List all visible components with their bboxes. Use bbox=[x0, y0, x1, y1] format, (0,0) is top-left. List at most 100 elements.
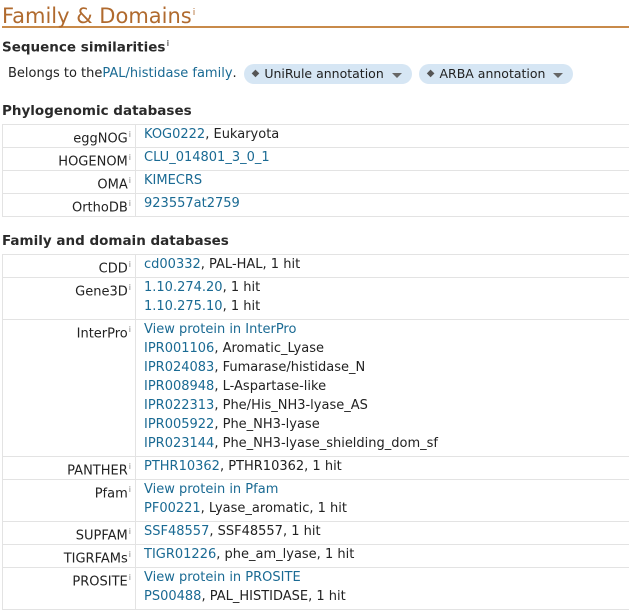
db-values-cell: KIMECRS bbox=[135, 170, 629, 194]
db-name-cell: PANTHERi bbox=[2, 456, 136, 480]
db-entry-link[interactable]: TIGR01226 bbox=[144, 547, 216, 562]
db-entry-link[interactable]: 1.10.275.10 bbox=[144, 299, 223, 314]
unirule-annotation-label: UniRule annotation bbox=[264, 66, 384, 81]
db-entry: 923557at2759 bbox=[144, 194, 629, 213]
db-entry: IPR022313, Phe/His_NH3-lyase_AS bbox=[144, 396, 629, 415]
info-icon[interactable]: i bbox=[129, 550, 131, 559]
db-name: HOGENOM bbox=[58, 154, 128, 170]
db-entry-link[interactable]: View protein in InterPro bbox=[144, 322, 296, 337]
db-entry-link[interactable]: 923557at2759 bbox=[144, 196, 240, 211]
table-row: TIGRFAMsi TIGR01226, phe_am_lyase, 1 hit bbox=[2, 544, 629, 568]
db-entry-link[interactable]: PTHR10362 bbox=[144, 459, 220, 474]
db-name: eggNOG bbox=[73, 131, 128, 147]
db-name-cell: SUPFAMi bbox=[2, 521, 136, 545]
table-row: InterProi View protein in InterPro IPR0011… bbox=[2, 319, 629, 457]
unirule-annotation-button[interactable]: ◆ UniRule annotation bbox=[243, 64, 412, 84]
info-icon[interactable]: i bbox=[129, 130, 131, 139]
db-values-cell: TIGR01226, phe_am_lyase, 1 hit bbox=[135, 544, 629, 568]
sequence-similarities-heading: Sequence similaritiesi bbox=[2, 39, 169, 56]
db-name: InterPro bbox=[76, 326, 128, 342]
db-entry: KIMECRS bbox=[144, 171, 629, 190]
db-entry-text: , phe_am_lyase, 1 hit bbox=[216, 547, 355, 562]
info-icon[interactable]: i bbox=[129, 153, 131, 162]
db-values-cell: View protein in PROSITE PS00488, PAL_HIST… bbox=[135, 567, 629, 610]
db-entry-link[interactable]: SSF48557 bbox=[144, 524, 209, 539]
info-icon[interactable]: i bbox=[129, 485, 131, 494]
table-row: PROSITEi View protein in PROSITE PS00488, … bbox=[2, 567, 629, 610]
db-entry-text: , Eukaryota bbox=[205, 127, 280, 142]
family-domain-table: CDDi cd00332, PAL-HAL, 1 hit Gene3Di 1.10.2… bbox=[2, 254, 629, 610]
arba-annotation-label: ARBA annotation bbox=[439, 66, 546, 81]
info-icon[interactable]: i bbox=[129, 573, 131, 582]
db-entry-link[interactable]: 1.10.274.20 bbox=[144, 280, 223, 295]
db-values-cell: 1.10.274.20, 1 hit 1.10.275.10, 1 hit bbox=[135, 277, 629, 320]
db-entry-text: , 1 hit bbox=[222, 280, 261, 295]
db-entry-link[interactable]: cd00332 bbox=[144, 257, 201, 272]
db-entry: IPR023144, Phe_NH3-lyase_shielding_dom_s… bbox=[144, 434, 629, 453]
db-name: Pfam bbox=[94, 486, 128, 502]
db-entry-link[interactable]: IPR022313 bbox=[144, 398, 214, 413]
db-entry: View protein in InterPro bbox=[144, 320, 629, 339]
arba-annotation-button[interactable]: ◆ ARBA annotation bbox=[418, 64, 574, 84]
family-domain-heading: Family and domain databases bbox=[2, 233, 229, 249]
db-entry-text: , PTHR10362, 1 hit bbox=[219, 459, 342, 474]
db-entry-link[interactable]: KIMECRS bbox=[144, 173, 202, 188]
db-entry-link[interactable]: IPR008948 bbox=[144, 379, 214, 394]
info-icon[interactable]: i bbox=[129, 527, 131, 536]
db-name: Gene3D bbox=[75, 284, 128, 300]
db-entry-link[interactable]: CLU_014801_3_0_1 bbox=[144, 150, 270, 165]
db-entry-text: , SSF48557, 1 hit bbox=[209, 524, 321, 539]
table-row: eggNOGi KOG0222, Eukaryota bbox=[2, 124, 629, 148]
db-name-cell: Pfami bbox=[2, 479, 136, 522]
info-icon[interactable]: i bbox=[193, 8, 196, 18]
db-name: SUPFAM bbox=[75, 528, 128, 544]
sequence-similarities-line: Belongs to the PAL/histidase family . ◆ … bbox=[8, 64, 574, 84]
period-text: . bbox=[232, 66, 237, 81]
db-entry-link[interactable]: PF00221 bbox=[144, 501, 201, 516]
db-entry-text: , Phe_NH3-lyase bbox=[214, 417, 320, 432]
table-row: HOGENOMi CLU_014801_3_0_1 bbox=[2, 147, 629, 171]
db-entry: 1.10.275.10, 1 hit bbox=[144, 297, 629, 316]
table-row: Gene3Di 1.10.274.20, 1 hit 1.10.275.10, 1 … bbox=[2, 277, 629, 320]
db-entry: IPR024083, Fumarase/histidase_N bbox=[144, 358, 629, 377]
info-icon[interactable]: i bbox=[129, 176, 131, 185]
db-name-cell: HOGENOMi bbox=[2, 147, 136, 171]
db-entry-link[interactable]: View protein in Pfam bbox=[144, 482, 278, 497]
db-entry-link[interactable]: View protein in PROSITE bbox=[144, 570, 301, 585]
db-entry: View protein in Pfam bbox=[144, 480, 629, 499]
db-entry-link[interactable]: PS00488 bbox=[144, 589, 201, 604]
info-icon[interactable]: i bbox=[129, 260, 131, 269]
info-icon[interactable]: i bbox=[129, 283, 131, 292]
db-entry-text: , Lyase_aromatic, 1 hit bbox=[200, 501, 347, 516]
db-name-cell: OrthoDBi bbox=[2, 193, 136, 217]
db-name-cell: PROSITEi bbox=[2, 567, 136, 610]
chevron-down-icon bbox=[391, 72, 402, 78]
table-row: CDDi cd00332, PAL-HAL, 1 hit bbox=[2, 254, 629, 278]
db-name-cell: CDDi bbox=[2, 254, 136, 278]
db-entry-link[interactable]: IPR001106 bbox=[144, 341, 214, 356]
db-entry-text: , 1 hit bbox=[222, 299, 261, 314]
db-values-cell: SSF48557, SSF48557, 1 hit bbox=[135, 521, 629, 545]
db-entry-link[interactable]: IPR023144 bbox=[144, 436, 214, 451]
db-name-cell: InterProi bbox=[2, 319, 136, 457]
info-icon[interactable]: i bbox=[129, 325, 131, 334]
db-entry: CLU_014801_3_0_1 bbox=[144, 148, 629, 167]
db-name: PROSITE bbox=[72, 574, 128, 590]
sequence-similarities-heading-text: Sequence similarities bbox=[2, 39, 166, 56]
db-entry-text: , L-Aspartase-like bbox=[214, 379, 327, 394]
phylogenomic-table: eggNOGi KOG0222, Eukaryota HOGENOMi CLU_014… bbox=[2, 124, 629, 217]
info-icon[interactable]: i bbox=[129, 462, 131, 471]
db-entry-link[interactable]: IPR005922 bbox=[144, 417, 214, 432]
info-icon[interactable]: i bbox=[166, 39, 169, 48]
db-entry: TIGR01226, phe_am_lyase, 1 hit bbox=[144, 545, 629, 564]
family-link[interactable]: PAL/histidase family bbox=[102, 64, 232, 84]
db-name: TIGRFAMs bbox=[63, 551, 128, 567]
info-icon[interactable]: i bbox=[129, 199, 131, 208]
db-entry-link[interactable]: KOG0222 bbox=[144, 127, 205, 142]
db-entry: SSF48557, SSF48557, 1 hit bbox=[144, 522, 629, 541]
db-entry-text: , Aromatic_Lyase bbox=[214, 341, 324, 356]
db-entry-link[interactable]: IPR024083 bbox=[144, 360, 214, 375]
table-row: PANTHERi PTHR10362, PTHR10362, 1 hit bbox=[2, 456, 629, 480]
db-entry-text: , PAL_HISTIDASE, 1 hit bbox=[201, 589, 346, 604]
db-entry: IPR001106, Aromatic_Lyase bbox=[144, 339, 629, 358]
